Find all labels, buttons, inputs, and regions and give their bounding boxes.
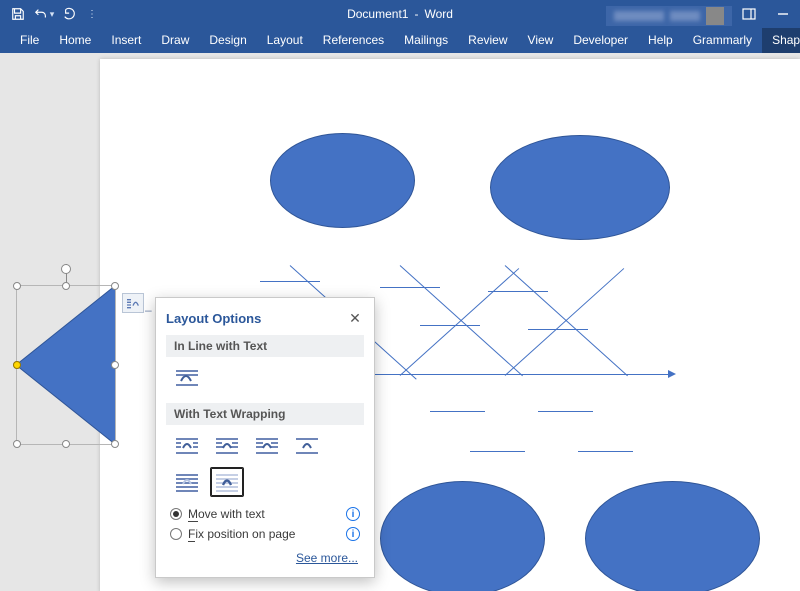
wrap-option-tight[interactable] xyxy=(210,431,244,461)
layout-options-toggle[interactable] xyxy=(122,293,144,313)
shape-rib-d2a[interactable] xyxy=(538,411,593,412)
save-button[interactable] xyxy=(6,3,30,25)
wrap-option-behind[interactable] xyxy=(170,467,204,497)
wrap-option-square[interactable] xyxy=(170,431,204,461)
ribbon-tabs: File Home Insert Draw Design Layout Refe… xyxy=(0,28,800,53)
ribbon-display-options-button[interactable] xyxy=(732,0,766,28)
title-bar: ▾ ⋮ Document1 - Word xyxy=(0,0,800,28)
wrap-option-through[interactable] xyxy=(250,431,284,461)
shape-rib-u2a[interactable] xyxy=(380,287,440,288)
account-name-blurred-2 xyxy=(670,11,700,21)
shape-rib-u1a[interactable] xyxy=(260,281,320,282)
info-icon-fix[interactable]: i xyxy=(346,527,360,541)
shape-rib-d1b[interactable] xyxy=(470,451,525,452)
tab-draw[interactable]: Draw xyxy=(151,28,199,53)
redo-icon xyxy=(63,7,77,21)
account-button[interactable] xyxy=(606,6,732,26)
undo-icon xyxy=(34,7,48,21)
wrap-option-top-bottom[interactable] xyxy=(290,431,324,461)
tab-grammarly[interactable]: Grammarly xyxy=(683,28,762,53)
radio-move-with-text-label: Move with text xyxy=(188,507,340,521)
undo-dropdown-icon[interactable]: ▾ xyxy=(48,9,55,20)
group-header-wrapping: With Text Wrapping xyxy=(166,403,364,425)
undo-button[interactable]: ▾ xyxy=(32,3,56,25)
shape-oval-4[interactable] xyxy=(585,481,760,591)
tab-view[interactable]: View xyxy=(518,28,564,53)
account-name-blurred xyxy=(614,11,664,21)
shape-line-d2[interactable] xyxy=(505,268,625,376)
shape-rib-u3a[interactable] xyxy=(488,291,548,292)
ribbon-display-icon xyxy=(742,8,756,20)
layout-options-popover: Layout Options ✕ In Line with Text With … xyxy=(155,297,375,578)
redo-button[interactable] xyxy=(58,3,82,25)
tab-references[interactable]: References xyxy=(313,28,394,53)
wrap-option-in-front[interactable] xyxy=(210,467,244,497)
resize-handle-s[interactable] xyxy=(62,440,70,448)
tab-insert[interactable]: Insert xyxy=(101,28,151,53)
layout-options-chip-icon xyxy=(125,296,141,310)
radio-fix-position-label: Fix position on page xyxy=(188,527,340,541)
tab-file[interactable]: File xyxy=(10,28,49,53)
tab-review[interactable]: Review xyxy=(458,28,517,53)
close-button[interactable]: ✕ xyxy=(346,310,364,327)
minimize-button[interactable] xyxy=(766,0,800,28)
qat-customize-icon: ⋮ xyxy=(85,9,97,20)
layout-options-title: Layout Options xyxy=(166,311,261,326)
resize-handle-se[interactable] xyxy=(111,440,119,448)
resize-handle-nw[interactable] xyxy=(13,282,21,290)
rotation-handle[interactable] xyxy=(61,264,71,274)
info-icon-move[interactable]: i xyxy=(346,507,360,521)
shape-rib-u3b[interactable] xyxy=(528,329,588,330)
layout-options-chip-caret: – xyxy=(145,303,152,317)
shape-oval-2[interactable] xyxy=(490,135,670,240)
radio-move-with-text-dot[interactable] xyxy=(170,508,182,520)
minimize-icon xyxy=(777,8,789,20)
shape-rib-d1a[interactable] xyxy=(430,411,485,412)
app-name: Word xyxy=(424,7,452,21)
shape-arrowhead xyxy=(668,370,676,378)
shape-oval-3[interactable] xyxy=(380,481,545,591)
resize-handle-sw[interactable] xyxy=(13,440,21,448)
document-name: Document1 xyxy=(347,7,408,21)
tab-mailings[interactable]: Mailings xyxy=(394,28,458,53)
shape-oval-1[interactable] xyxy=(270,133,415,228)
tab-developer[interactable]: Developer xyxy=(563,28,638,53)
radio-move-with-text[interactable]: Move with text i xyxy=(166,503,364,521)
title-right-cluster xyxy=(606,0,800,28)
shape-rib-d2b[interactable] xyxy=(578,451,633,452)
selection-bounding-box[interactable] xyxy=(16,285,116,445)
tab-shape-format[interactable]: Shape Format xyxy=(762,28,800,53)
shape-adjust-anchor[interactable] xyxy=(13,361,21,369)
title-separator: - xyxy=(414,7,418,21)
shape-line-d1[interactable] xyxy=(400,268,520,376)
see-more-link[interactable]: See more... xyxy=(296,551,358,565)
resize-handle-e[interactable] xyxy=(111,361,119,369)
tab-design[interactable]: Design xyxy=(199,28,256,53)
resize-handle-ne[interactable] xyxy=(111,282,119,290)
radio-fix-position-dot[interactable] xyxy=(170,528,182,540)
wrap-option-inline[interactable] xyxy=(170,363,204,393)
group-header-inline: In Line with Text xyxy=(166,335,364,357)
tab-home[interactable]: Home xyxy=(49,28,101,53)
save-icon xyxy=(11,7,25,21)
document-area: ⟩⟨ – Layout Options ✕ In Line with Te xyxy=(0,53,800,591)
avatar xyxy=(706,7,724,25)
radio-fix-position[interactable]: Fix position on page i xyxy=(166,521,364,541)
window-title: Document1 - Word xyxy=(347,7,453,21)
quick-access-toolbar: ▾ ⋮ xyxy=(0,3,98,25)
tab-help[interactable]: Help xyxy=(638,28,683,53)
tab-layout[interactable]: Layout xyxy=(257,28,313,53)
qat-customize-button[interactable]: ⋮ xyxy=(84,3,98,25)
shape-rib-u2b[interactable] xyxy=(420,325,480,326)
resize-handle-n[interactable] xyxy=(62,282,70,290)
